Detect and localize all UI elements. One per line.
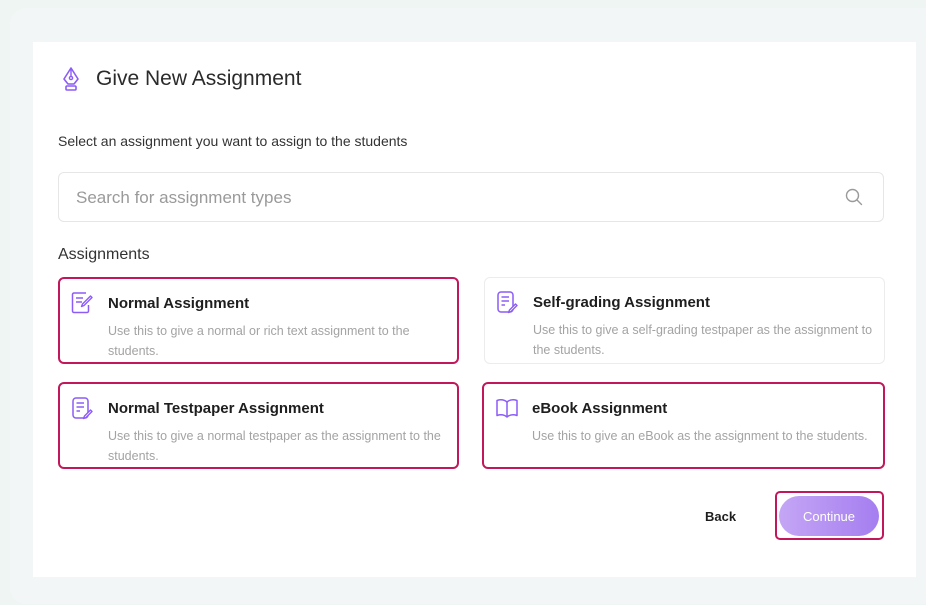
dialog-header: Give New Assignment xyxy=(60,66,301,92)
card-title: eBook Assignment xyxy=(532,400,668,417)
assignments-heading: Assignments xyxy=(58,246,150,263)
dialog-subtitle: Select an assignment you want to assign … xyxy=(58,133,408,149)
back-button[interactable]: Back xyxy=(699,508,742,525)
card-description: Use this to give an eBook as the assignm… xyxy=(532,429,868,443)
pen-nib-icon xyxy=(63,67,79,91)
search-icon[interactable] xyxy=(845,188,863,206)
continue-highlight: Continue xyxy=(775,491,884,540)
card-normal-testpaper-assignment[interactable]: Normal Testpaper Assignment Use this to … xyxy=(58,382,459,469)
search-box xyxy=(58,172,884,223)
card-description: Use this to give a self-grading testpape… xyxy=(533,323,873,357)
card-ebook-assignment[interactable]: eBook Assignment Use this to give an eBo… xyxy=(482,382,885,469)
card-description: Use this to give a normal or rich text a… xyxy=(108,324,410,358)
continue-button[interactable]: Continue xyxy=(779,496,879,536)
card-title: Self-grading Assignment xyxy=(533,294,710,311)
assignment-dialog: Give New Assignment Select an assignment… xyxy=(33,42,916,577)
card-normal-assignment[interactable]: Normal Assignment Use this to give a nor… xyxy=(58,277,459,364)
card-self-grading-assignment[interactable]: Self-grading Assignment Use this to give… xyxy=(484,277,885,364)
book-icon xyxy=(496,399,518,418)
card-title: Normal Assignment xyxy=(108,295,250,312)
edit-document-icon xyxy=(71,292,93,314)
search-input[interactable] xyxy=(59,173,838,223)
document-edit-icon xyxy=(497,291,518,314)
card-description: Use this to give a normal testpaper as t… xyxy=(108,429,441,463)
dialog-title: Give New Assignment xyxy=(96,67,302,90)
testpaper-icon xyxy=(72,397,93,420)
card-title: Normal Testpaper Assignment xyxy=(108,400,324,417)
